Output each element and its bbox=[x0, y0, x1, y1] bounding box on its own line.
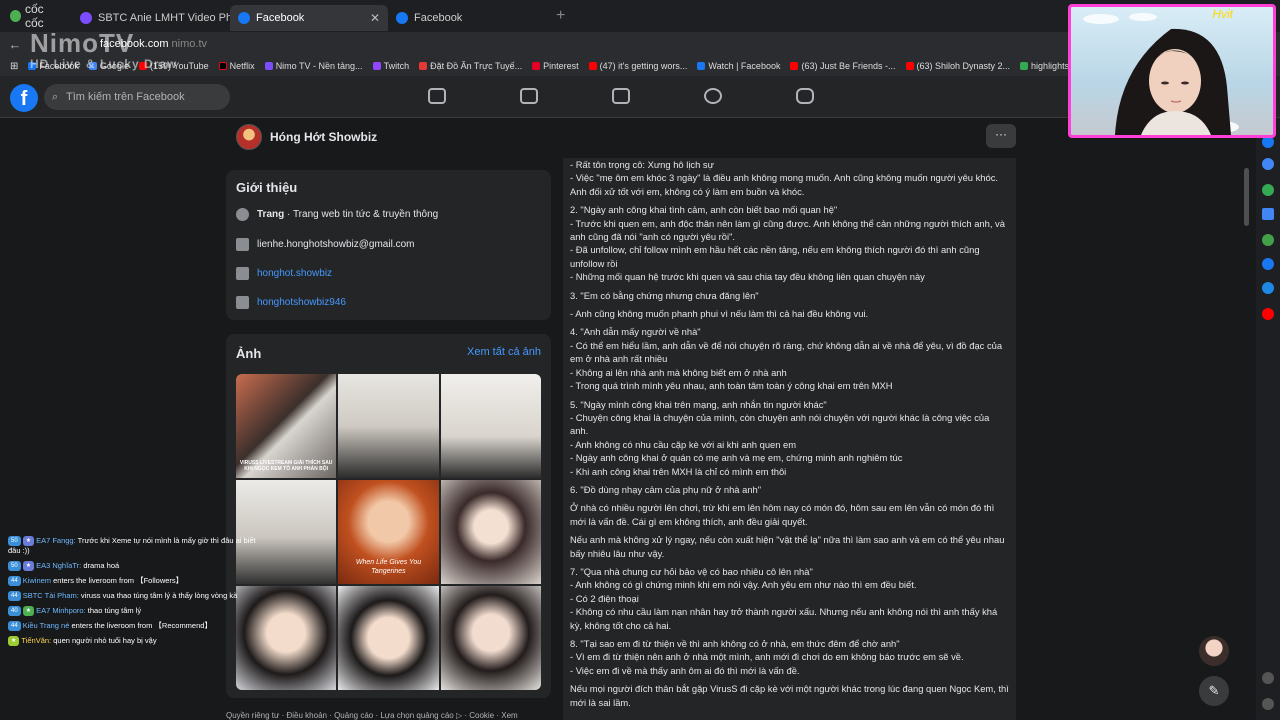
facebook-favicon-icon bbox=[238, 12, 250, 24]
facebook-favicon-icon bbox=[396, 12, 408, 24]
photo-thumbnail[interactable] bbox=[338, 374, 439, 478]
youtube-row: honghotshowbiz946 bbox=[236, 296, 346, 309]
livestream-chat: 50 ★ EA7 Fangg: Trước khi Xeme tự nói mình… bbox=[8, 536, 256, 651]
f-app-icon[interactable] bbox=[1262, 234, 1274, 246]
chat-contact-avatar[interactable] bbox=[1199, 636, 1229, 666]
fan-badge-icon: ★ bbox=[22, 536, 35, 546]
page-title[interactable]: Hóng Hớt Showbiz bbox=[270, 130, 377, 144]
youtube-icon bbox=[790, 62, 799, 70]
photos-card: Ảnh Xem tất cả ảnh VIRUSS LIVESTREAM GIẢ… bbox=[226, 334, 551, 698]
more-options-button[interactable]: ··· bbox=[986, 124, 1016, 148]
nimo-icon bbox=[264, 62, 273, 70]
bookmark-item[interactable]: (63) Shiloh Dynasty 2... bbox=[905, 61, 1010, 71]
chat-message: ★ TiếnVăn: quen người nhỏ tuổi hay bị vậy bbox=[8, 636, 256, 646]
youtube-icon bbox=[588, 62, 597, 70]
email-row: lienhe.honghotshowbiz@gmail.com bbox=[236, 238, 414, 251]
nimo-favicon-icon bbox=[80, 12, 92, 24]
youtube-icon bbox=[236, 296, 249, 309]
page-avatar[interactable] bbox=[236, 124, 262, 150]
youtube-icon[interactable] bbox=[1262, 308, 1274, 320]
bookmark-item[interactable]: Pinterest bbox=[532, 61, 579, 71]
chat-message: 40 ★ EA7 Minhporo: thao túng tâm lý bbox=[8, 606, 256, 616]
photo-thumbnail[interactable]: VIRUSS LIVESTREAM GIẢI THÍCH SAU KHI NGỌ… bbox=[236, 374, 337, 478]
bookmark-item[interactable]: Nimo TV - Nền tảng... bbox=[264, 61, 363, 71]
bookmark-item[interactable]: Twitch bbox=[372, 61, 409, 71]
fan-badge-icon: ★ bbox=[22, 561, 35, 571]
info-icon bbox=[236, 208, 249, 221]
home-icon[interactable] bbox=[428, 88, 446, 104]
bookmark-item[interactable]: Đặt Đồ Ăn Trực Tuyế... bbox=[419, 61, 522, 71]
photo-thumbnail[interactable] bbox=[440, 374, 541, 478]
youtube-icon bbox=[905, 62, 914, 70]
close-tab-icon[interactable]: ✕ bbox=[370, 11, 380, 25]
translate-icon[interactable] bbox=[1262, 208, 1274, 220]
bookmark-item[interactable]: Watch | Facebook bbox=[697, 61, 780, 71]
netflix-icon bbox=[218, 62, 227, 70]
photo-thumbnail[interactable] bbox=[440, 586, 541, 690]
photo-thumbnail[interactable] bbox=[338, 586, 439, 690]
groups-icon[interactable] bbox=[704, 88, 722, 104]
browser-brand: cốc cốc bbox=[0, 2, 72, 30]
back-arrow-icon[interactable]: ← bbox=[0, 37, 30, 52]
post-content: - Rất tôn trọng cô: Xưng hô lịch sự - Vi… bbox=[563, 158, 1016, 720]
compose-message-icon[interactable]: ✎ bbox=[1199, 676, 1229, 706]
streamer-figure bbox=[1083, 13, 1239, 135]
photo-thumbnail[interactable]: When Life Gives You Tangerines bbox=[338, 480, 439, 584]
video-icon[interactable] bbox=[520, 88, 538, 104]
search-icon: ⌕ bbox=[52, 91, 59, 103]
bookmark-item[interactable]: Netflix bbox=[218, 61, 255, 71]
chat-icon[interactable] bbox=[1262, 158, 1274, 170]
streamer-webcam: Hvit bbox=[1068, 4, 1276, 138]
pinterest-icon bbox=[532, 62, 541, 70]
bookmark-item[interactable]: (63) Just Be Friends -... bbox=[790, 61, 896, 71]
photo-thumbnail[interactable] bbox=[440, 480, 541, 584]
chat-message: 44 Kiều Trang né enters the liveroom from… bbox=[8, 621, 256, 631]
instagram-icon bbox=[236, 267, 249, 280]
coccoc-logo-icon bbox=[10, 10, 21, 22]
browser-side-dock bbox=[1256, 118, 1280, 720]
history-icon[interactable] bbox=[1262, 672, 1274, 684]
marketplace-icon[interactable] bbox=[612, 88, 630, 104]
category-row: Trang · Trang web tin tức & truyền thông bbox=[236, 208, 438, 221]
chat-message: 44 Kiwinem enters the liveroom from 【Foll… bbox=[8, 576, 256, 586]
chat-message: 50 ★ EA3 NghĩaTr: drama hoá bbox=[8, 561, 256, 571]
photo-grid: VIRUSS LIVESTREAM GIẢI THÍCH SAU KHI NGỌ… bbox=[236, 374, 541, 690]
chat-message: 50 ★ EA7 Fangg: Trước khi Xeme tự nói mình… bbox=[8, 536, 256, 555]
new-tab-button[interactable]: + bbox=[546, 7, 575, 25]
fan-badge-icon: ★ bbox=[22, 606, 35, 616]
twitch-icon bbox=[372, 62, 381, 70]
food-icon bbox=[419, 62, 428, 70]
mail-icon bbox=[236, 238, 249, 251]
instagram-row: honghot.showbiz bbox=[236, 267, 332, 280]
facebook-icon bbox=[697, 62, 706, 70]
tab-facebook-active[interactable]: Facebook ✕ bbox=[230, 5, 388, 31]
intro-title: Giới thiệu bbox=[236, 180, 298, 195]
post-text: - Rất tôn trọng cô: Xưng hô lịch sự - Vi… bbox=[570, 159, 1009, 708]
level-badge-icon: ★ bbox=[8, 636, 20, 646]
footer-links[interactable]: Quyền riêng tư · Điều khoản · Quảng cáo … bbox=[226, 711, 518, 720]
facebook-icon[interactable] bbox=[1262, 258, 1274, 270]
search-input[interactable]: ⌕ Tìm kiếm trên Facebook bbox=[44, 84, 230, 110]
apps-grid-icon[interactable]: ⊞ bbox=[10, 61, 18, 72]
page-scrollbar[interactable] bbox=[1244, 168, 1249, 226]
tab-facebook[interactable]: Facebook bbox=[388, 5, 546, 31]
gaming-icon[interactable] bbox=[796, 88, 814, 104]
nimo-watermark: NimoTV HD Live & Lucky Draw bbox=[30, 28, 178, 71]
bookmark-item[interactable]: (47) it's getting wors... bbox=[588, 61, 687, 71]
chat-message: 44 SBTC Tài Pham: viruss vua thao túng tâ… bbox=[8, 591, 256, 601]
settings-icon[interactable] bbox=[1262, 698, 1274, 710]
google-drive-icon bbox=[1020, 62, 1029, 70]
intro-card: Giới thiệu Trang · Trang web tin tức & t… bbox=[226, 170, 551, 320]
see-all-photos-link[interactable]: Xem tất cả ảnh bbox=[467, 346, 541, 358]
photos-title: Ảnh bbox=[236, 346, 262, 361]
facebook-logo-icon[interactable]: f bbox=[10, 84, 38, 112]
d-app-icon[interactable] bbox=[1262, 282, 1274, 294]
game-icon[interactable] bbox=[1262, 184, 1274, 196]
